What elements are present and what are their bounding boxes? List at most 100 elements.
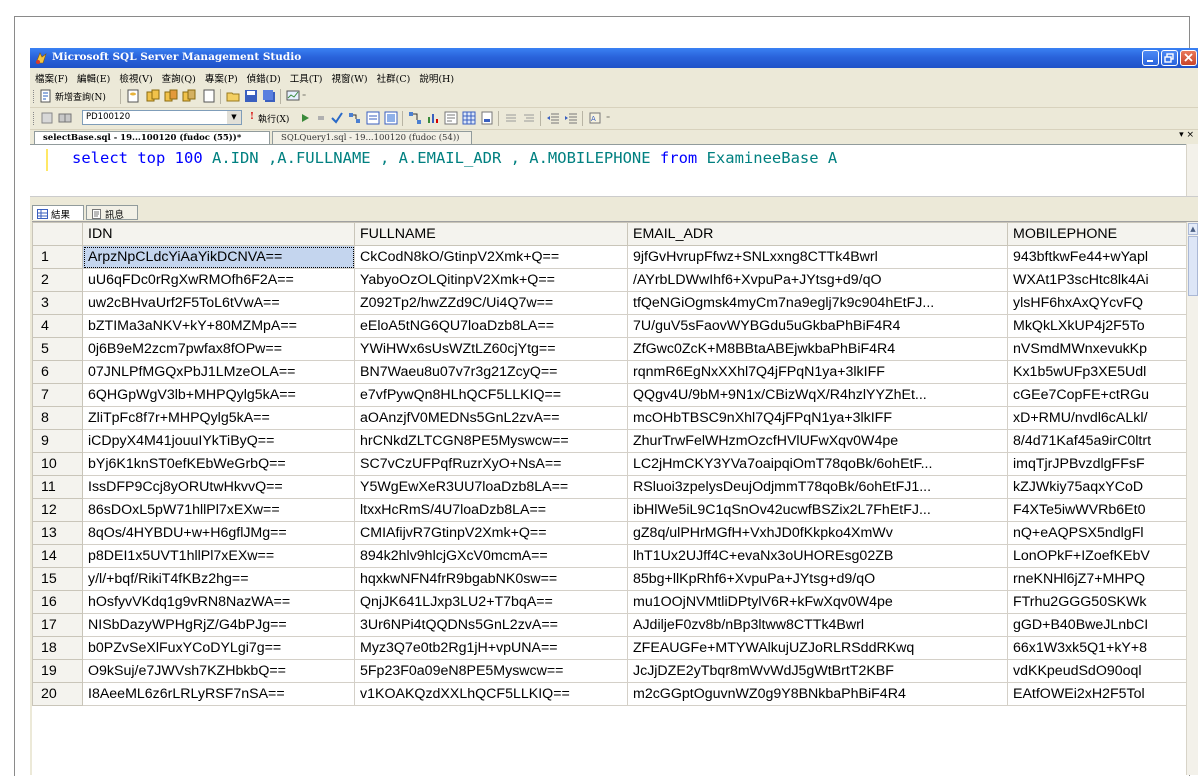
table-cell[interactable]: gZ8q/ulPHrMGfH+VxhJD0fKkpko4XmWv bbox=[627, 521, 1008, 545]
include-actual-plan-icon[interactable] bbox=[408, 111, 422, 125]
table-cell[interactable]: vdKKpeudSdO90oql bbox=[1007, 659, 1198, 683]
table-cell[interactable]: RSluoi3zpelysDeujOdjmmT78qoBk/6ohEtFJ1..… bbox=[627, 475, 1008, 499]
table-cell[interactable]: m2cGGptOguvnWZ0g9Y8BNkbaPhBiF4R4 bbox=[627, 682, 1008, 706]
table-row[interactable]: 15 y/l/+bqf/RikiT4fKBz2hg== hqxkwNFN4frR9b… bbox=[32, 567, 1198, 591]
table-cell[interactable]: eEloA5tNG6QU7loaDzb8LA== bbox=[354, 314, 628, 338]
query-designer-icon[interactable] bbox=[366, 111, 380, 125]
menu-edit[interactable]: 編輯(E) bbox=[72, 68, 114, 85]
table-row[interactable]: 17 NISbDazyWPHgRjZ/G4bPJg== 3Ur6NPi4tQQDNs… bbox=[32, 613, 1198, 637]
table-cell[interactable]: ZfGwc0ZcK+M8BBtaABEjwkbaPhBiF4R4 bbox=[627, 337, 1008, 361]
table-cell[interactable]: ylsHF6hxAxQYcvFQ bbox=[1007, 291, 1198, 315]
table-cell[interactable]: ZFEAUGFe+MTYWAlkujUZJoRLRSddRKwq bbox=[627, 636, 1008, 660]
table-cell[interactable]: kZJWkiy75aqxYCoD bbox=[1007, 475, 1198, 499]
analysis-query-icon[interactable] bbox=[146, 89, 160, 103]
menu-help[interactable]: 說明(H) bbox=[414, 68, 458, 85]
table-cell[interactable]: iCDpyX4M41jouuIYkTiByQ== bbox=[82, 429, 355, 453]
tab-messages[interactable]: 訊息 bbox=[86, 205, 138, 221]
title-bar[interactable]: Microsoft SQL Server Management Studio bbox=[30, 48, 1198, 68]
column-header[interactable]: MOBILEPHONE bbox=[1007, 222, 1198, 246]
table-cell[interactable]: p8DEI1x5UVT1hllPl7xEXw== bbox=[82, 544, 355, 568]
table-cell[interactable]: MkQkLXkUP4j2F5To bbox=[1007, 314, 1198, 338]
table-cell[interactable]: e7vfPywQn8HLhQCF5LLKIQ== bbox=[354, 383, 628, 407]
menu-debug[interactable]: 偵錯(D) bbox=[242, 68, 285, 85]
table-cell[interactable]: O9kSuj/e7JWVsh7KZHbkbQ== bbox=[82, 659, 355, 683]
table-cell[interactable]: uU6qFDc0rRgXwRMOfh6F2A== bbox=[82, 268, 355, 292]
table-cell[interactable]: 07JNLPfMGQxPbJ1LMzeOLA== bbox=[82, 360, 355, 384]
table-cell[interactable]: aOAnzjfV0MEDNs5GnL2zvA== bbox=[354, 406, 628, 430]
table-row[interactable]: 13 8qOs/4HYBDU+w+H6gflJMg== CMIAfijvR7Gtin… bbox=[32, 521, 1198, 545]
row-number[interactable]: 9 bbox=[32, 429, 83, 453]
table-cell[interactable]: uw2cBHvaUrf2F5ToL6tVwA== bbox=[82, 291, 355, 315]
menu-file[interactable]: 檔案(F) bbox=[30, 68, 72, 85]
table-cell[interactable]: nVSmdMWnxevukKp bbox=[1007, 337, 1198, 361]
menu-window[interactable]: 視窗(W) bbox=[326, 68, 371, 85]
toolbar-overflow-icon[interactable]: ₌ bbox=[302, 90, 306, 99]
table-cell[interactable]: I8AeeML6z6rLRLyRSF7nSA== bbox=[82, 682, 355, 706]
table-cell[interactable]: bYj6K1knST0efKEbWeGrbQ== bbox=[82, 452, 355, 476]
uncomment-icon[interactable] bbox=[522, 111, 536, 125]
minimize-button[interactable] bbox=[1142, 50, 1159, 66]
editor-results-splitter[interactable] bbox=[30, 196, 1198, 203]
row-number[interactable]: 18 bbox=[32, 636, 83, 660]
table-row[interactable]: 7 6QHGpWgV3lb+MHPQylg5kA== e7vfPywQn8HLhQC… bbox=[32, 383, 1198, 407]
connect-icon[interactable] bbox=[40, 111, 54, 125]
dmx-query-icon[interactable] bbox=[182, 89, 196, 103]
save-icon[interactable] bbox=[244, 89, 258, 103]
row-number[interactable]: 4 bbox=[32, 314, 83, 338]
table-cell[interactable]: ibHlWe5iL9C1qSnOv42ucwfBSZix2L7FhEtFJ... bbox=[627, 498, 1008, 522]
row-number[interactable]: 11 bbox=[32, 475, 83, 499]
display-estimated-plan-icon[interactable] bbox=[348, 111, 362, 125]
row-number[interactable]: 13 bbox=[32, 521, 83, 545]
tab-sqlquery1-sql[interactable]: SQLQuery1.sql - 19...100120 (fudoc (54)) bbox=[272, 131, 472, 144]
row-number[interactable]: 19 bbox=[32, 659, 83, 683]
table-cell[interactable]: 8/4d71Kaf45a9irC0ltrt bbox=[1007, 429, 1198, 453]
table-cell[interactable]: YWiHWx6sUsWZtLZ60cjYtg== bbox=[354, 337, 628, 361]
table-cell[interactable]: LC2jHmCKY3YVa7oaipqiOmT78qoBk/6ohEtF... bbox=[627, 452, 1008, 476]
table-row[interactable]: 2 uU6qFDc0rRgXwRMOfh6F2A== YabyoOzOLQitinp… bbox=[32, 268, 1198, 292]
toolbar-grip[interactable] bbox=[33, 112, 37, 125]
table-cell[interactable]: EAtfOWEi2xH2F5Tol bbox=[1007, 682, 1198, 706]
table-row[interactable]: 12 86sDOxL5pW71hllPl7xEXw== ltxxHcRmS/4U7l… bbox=[32, 498, 1198, 522]
specify-template-values-icon[interactable]: A bbox=[588, 111, 602, 125]
toolbar-grip[interactable] bbox=[33, 90, 37, 103]
table-cell[interactable]: 85bg+llKpRhf6+XvpuPa+JYtsg+d9/qO bbox=[627, 567, 1008, 591]
table-cell[interactable]: 8qOs/4HYBDU+w+H6gflJMg== bbox=[82, 521, 355, 545]
table-row[interactable]: 3 uw2cBHvaUrf2F5ToL6tVwA== Z092Tp2/hwZZd9C… bbox=[32, 291, 1198, 315]
column-header[interactable]: FULLNAME bbox=[354, 222, 628, 246]
tab-selectbase-sql[interactable]: selectBase.sql - 19...100120 (fudoc (55)… bbox=[34, 131, 270, 144]
results-to-grid-icon[interactable] bbox=[462, 111, 476, 125]
table-cell[interactable]: 894k2hlv9hlcjGXcV0mcmA== bbox=[354, 544, 628, 568]
parse-checkmark-icon[interactable] bbox=[330, 111, 344, 125]
results-to-file-icon[interactable] bbox=[480, 111, 494, 125]
table-cell[interactable]: rqnmR6EgNxXXhl7Q4jFPqN1ya+3lkIFF bbox=[627, 360, 1008, 384]
restore-button[interactable] bbox=[1161, 50, 1178, 66]
table-cell[interactable]: 6QHGpWgV3lb+MHPQylg5kA== bbox=[82, 383, 355, 407]
table-row[interactable]: 5 0j6B9eM2zcm7pwfax8fOPw== YWiHWx6sUsWZtLZ… bbox=[32, 337, 1198, 361]
execute-button[interactable]: 執行(X) bbox=[258, 112, 289, 125]
table-cell[interactable]: rneKNHl6jZ7+MHPQ bbox=[1007, 567, 1198, 591]
table-cell[interactable]: BN7Waeu8u07v7r3g21ZcyQ== bbox=[354, 360, 628, 384]
table-cell[interactable]: Y5WgEwXeR3UU7loaDzb8LA== bbox=[354, 475, 628, 499]
table-cell[interactable]: hrCNkdZLTCGN8PE5Myswcw== bbox=[354, 429, 628, 453]
row-number[interactable]: 16 bbox=[32, 590, 83, 614]
menu-view[interactable]: 檢視(V) bbox=[114, 68, 156, 85]
table-cell[interactable]: ArpzNpCLdcYiAaYikDCNVA== bbox=[82, 245, 355, 269]
table-cell[interactable]: xD+RMU/nvdl6cALkl/ bbox=[1007, 406, 1198, 430]
table-cell[interactable]: IssDFP9Ccj8yORUtwHkvvQ== bbox=[82, 475, 355, 499]
column-header[interactable]: EMAIL_ADR bbox=[627, 222, 1008, 246]
open-folder-icon[interactable] bbox=[226, 89, 240, 103]
table-cell[interactable]: QQgv4U/9bM+9N1x/CBizWqX/R4hzlYYZhEt... bbox=[627, 383, 1008, 407]
table-row[interactable]: 1 ArpzNpCLdcYiAaYikDCNVA== CkCodN8kO/Gtinp… bbox=[32, 245, 1198, 269]
table-cell[interactable]: 5Fp23F0a09eN8PE5Myswcw== bbox=[354, 659, 628, 683]
close-button[interactable] bbox=[1180, 50, 1197, 66]
table-cell[interactable]: imqTjrJPBvzdlgFFsF bbox=[1007, 452, 1198, 476]
table-cell[interactable]: hOsfyvVKdq1g9vRN8NazWA== bbox=[82, 590, 355, 614]
table-cell[interactable]: mu1OOjNVMtliDPtylV6R+kFwXqv0W4pe bbox=[627, 590, 1008, 614]
table-cell[interactable]: cGEe7CopFE+ctRGu bbox=[1007, 383, 1198, 407]
row-number[interactable]: 8 bbox=[32, 406, 83, 430]
table-cell[interactable]: 0j6B9eM2zcm7pwfax8fOPw== bbox=[82, 337, 355, 361]
change-connection-icon[interactable] bbox=[58, 111, 72, 125]
table-cell[interactable]: AJdiljeF0zv8b/nBp3ltww8CTTk4Bwrl bbox=[627, 613, 1008, 637]
table-cell[interactable]: YabyoOzOLQitinpV2Xmk+Q== bbox=[354, 268, 628, 292]
table-cell[interactable]: mcOHbTBSC9nXhl7Q4jFPqN1ya+3lkIFF bbox=[627, 406, 1008, 430]
